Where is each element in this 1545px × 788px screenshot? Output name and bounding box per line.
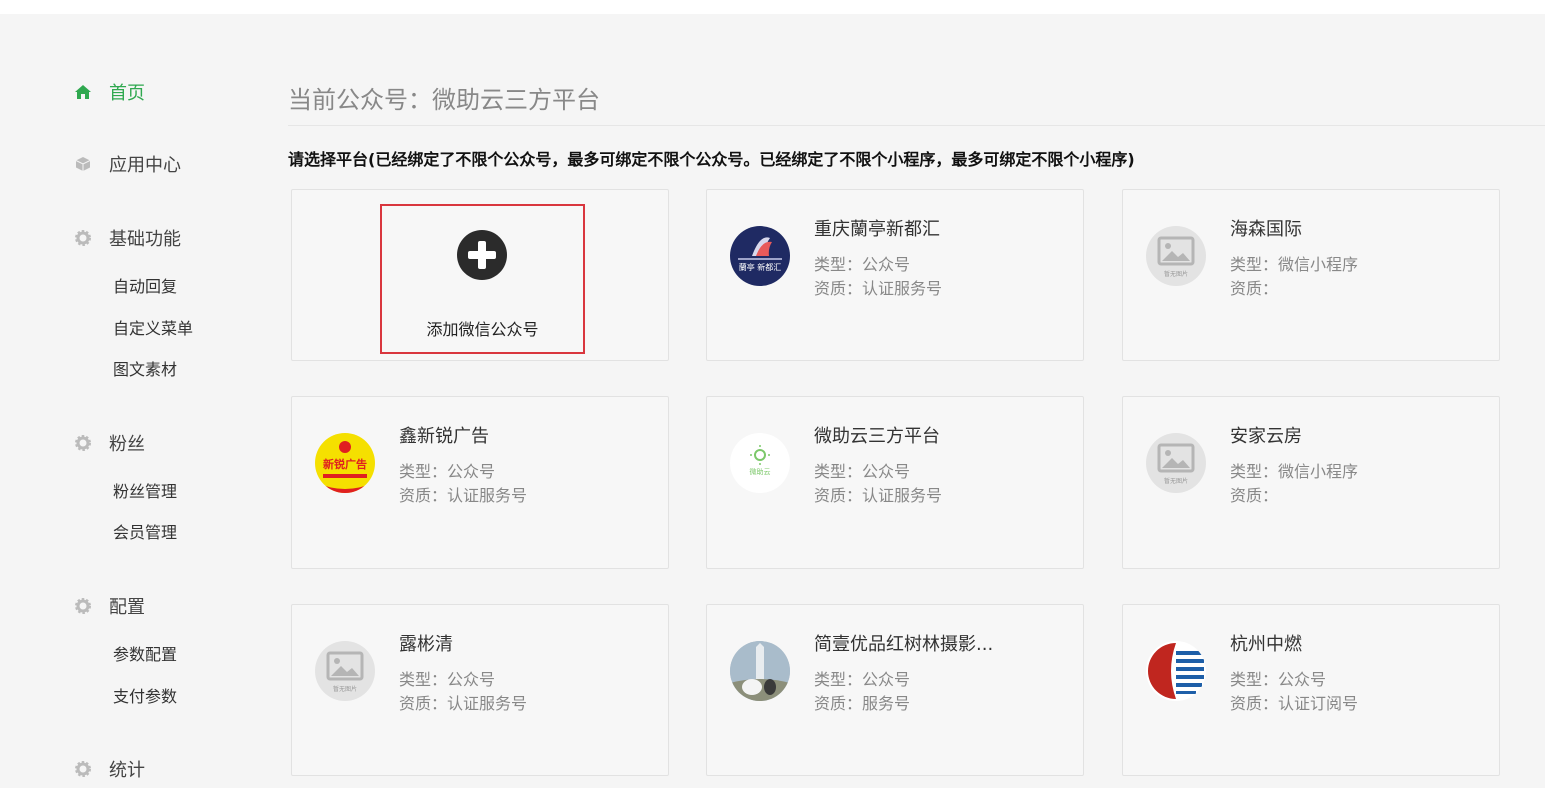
account-name: 海森国际 bbox=[1230, 219, 1302, 240]
sidebar-item-label: 应用中心 bbox=[109, 155, 181, 176]
sidebar-subitem-auto-reply[interactable]: 自动回复 bbox=[113, 273, 177, 297]
account-type: 类型：公众号 bbox=[399, 462, 496, 481]
account-type: 类型：微信小程序 bbox=[1230, 255, 1359, 274]
account-card[interactable]: 新锐广告 鑫新锐广告 类型：公众号 资质：认证服务号 bbox=[291, 396, 669, 569]
account-type: 类型：公众号 bbox=[814, 255, 911, 274]
account-qualification: 资质：服务号 bbox=[814, 694, 911, 713]
add-wechat-account-button[interactable]: 添加微信公众号 bbox=[380, 204, 585, 354]
account-card[interactable]: 简壹优品红树林摄影... 类型：公众号 资质：服务号 bbox=[706, 604, 1084, 776]
sidebar-item-label: 首页 bbox=[109, 83, 145, 104]
cube-icon bbox=[74, 155, 92, 173]
account-qualification: 资质：认证服务号 bbox=[399, 694, 528, 713]
account-type: 类型：公众号 bbox=[814, 670, 911, 689]
divider bbox=[288, 125, 1545, 126]
sidebar-item-label: 基础功能 bbox=[109, 229, 181, 250]
sidebar-item-app-center[interactable]: 应用中心 bbox=[74, 151, 181, 177]
no-image-icon: 暂无图片 bbox=[1146, 433, 1206, 493]
zhongran-logo bbox=[1146, 641, 1206, 701]
account-name: 杭州中燃 bbox=[1230, 634, 1302, 655]
sidebar: 首页 应用中心 基础功能 自动回复 自定义菜单 图文素材 粉丝 粉丝管理 会员管… bbox=[0, 14, 260, 788]
main-content: 当前公众号：微助云三方平台 请选择平台(已经绑定了不限个公众号，最多可绑定不限个… bbox=[288, 14, 1545, 788]
account-card[interactable]: 暂无图片 海森国际 类型：微信小程序 资质： bbox=[1122, 189, 1500, 361]
sidebar-subitem-custom-menu[interactable]: 自定义菜单 bbox=[113, 315, 193, 339]
account-name: 鑫新锐广告 bbox=[399, 426, 489, 447]
sidebar-subitem-fans-manage[interactable]: 粉丝管理 bbox=[113, 478, 177, 502]
sidebar-item-basic[interactable]: 基础功能 bbox=[74, 225, 181, 251]
account-card[interactable]: 蘭亭 新都汇 重庆蘭亭新都汇 类型：公众号 资质：认证服务号 bbox=[706, 189, 1084, 361]
account-card[interactable]: 微助云 微助云三方平台 类型：公众号 资质：认证服务号 bbox=[706, 396, 1084, 569]
gear-icon bbox=[74, 597, 92, 615]
account-qualification: 资质：认证订阅号 bbox=[1230, 694, 1359, 713]
add-account-label: 添加微信公众号 bbox=[426, 320, 539, 339]
add-account-card: 添加微信公众号 bbox=[291, 189, 669, 361]
account-qualification: 资质：认证服务号 bbox=[814, 486, 943, 505]
sidebar-subitem-media[interactable]: 图文素材 bbox=[113, 356, 177, 380]
platform-notice: 请选择平台(已经绑定了不限个公众号，最多可绑定不限个公众号。已经绑定了不限个小程… bbox=[288, 150, 1135, 169]
account-qualification: 资质：认证服务号 bbox=[399, 486, 528, 505]
no-image-icon: 暂无图片 bbox=[1146, 226, 1206, 286]
account-type: 类型：公众号 bbox=[814, 462, 911, 481]
gear-icon bbox=[74, 229, 92, 247]
svg-text:暂无图片: 暂无图片 bbox=[333, 685, 357, 693]
account-qualification: 资质：认证服务号 bbox=[814, 279, 943, 298]
account-card[interactable]: 暂无图片 露彬清 类型：公众号 资质：认证服务号 bbox=[291, 604, 669, 776]
account-qualification: 资质： bbox=[1230, 486, 1279, 505]
page: 首页 应用中心 基础功能 自动回复 自定义菜单 图文素材 粉丝 粉丝管理 会员管… bbox=[0, 14, 1545, 788]
wedding-photo bbox=[730, 641, 790, 701]
weizhuyun-logo: 微助云 bbox=[730, 433, 790, 493]
svg-text:蘭亭 新都汇: 蘭亭 新都汇 bbox=[739, 262, 782, 272]
account-card[interactable]: 暂无图片 安家云房 类型：微信小程序 资质： bbox=[1122, 396, 1500, 569]
svg-text:暂无图片: 暂无图片 bbox=[1164, 270, 1188, 278]
page-title: 当前公众号：微助云三方平台 bbox=[288, 86, 600, 114]
svg-text:新锐广告: 新锐广告 bbox=[323, 457, 367, 471]
sidebar-item-label: 粉丝 bbox=[109, 434, 145, 455]
gear-icon bbox=[74, 760, 92, 778]
account-type: 类型：微信小程序 bbox=[1230, 462, 1359, 481]
svg-text:暂无图片: 暂无图片 bbox=[1164, 477, 1188, 485]
account-card[interactable]: 杭州中燃 类型：公众号 资质：认证订阅号 bbox=[1122, 604, 1500, 776]
account-name: 简壹优品红树林摄影... bbox=[814, 634, 994, 655]
sidebar-item-config[interactable]: 配置 bbox=[74, 593, 145, 619]
lanting-logo: 蘭亭 新都汇 bbox=[730, 226, 790, 286]
no-image-icon: 暂无图片 bbox=[315, 641, 375, 701]
plus-circle-icon bbox=[457, 230, 507, 280]
sidebar-item-home[interactable]: 首页 bbox=[74, 79, 145, 105]
account-name: 重庆蘭亭新都汇 bbox=[814, 219, 940, 240]
sidebar-subitem-params[interactable]: 参数配置 bbox=[113, 641, 177, 665]
account-type: 类型：公众号 bbox=[399, 670, 496, 689]
account-type: 类型：公众号 bbox=[1230, 670, 1327, 689]
account-name: 安家云房 bbox=[1230, 426, 1302, 447]
sidebar-subitem-payment[interactable]: 支付参数 bbox=[113, 683, 177, 707]
xinrui-logo: 新锐广告 bbox=[315, 433, 375, 493]
sidebar-item-label: 统计 bbox=[109, 760, 145, 781]
gear-icon bbox=[74, 434, 92, 452]
sidebar-item-stats[interactable]: 统计 bbox=[74, 756, 145, 782]
account-name: 露彬清 bbox=[399, 634, 453, 655]
sidebar-item-fans[interactable]: 粉丝 bbox=[74, 430, 145, 456]
account-qualification: 资质： bbox=[1230, 279, 1279, 298]
sidebar-subitem-member-manage[interactable]: 会员管理 bbox=[113, 519, 177, 543]
home-icon bbox=[74, 83, 92, 101]
account-name: 微助云三方平台 bbox=[814, 426, 940, 447]
svg-text:微助云: 微助云 bbox=[750, 467, 771, 476]
sidebar-item-label: 配置 bbox=[109, 597, 145, 618]
